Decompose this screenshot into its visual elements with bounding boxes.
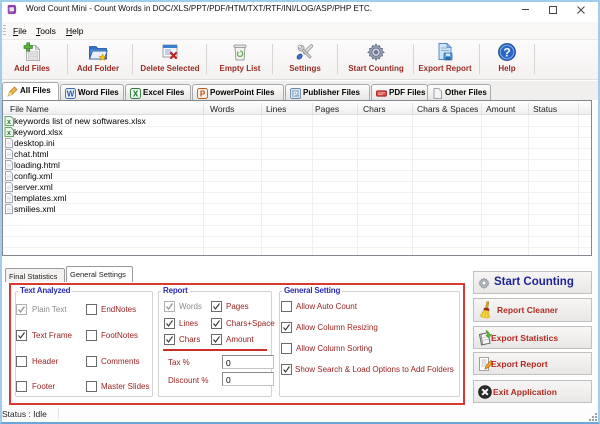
svg-text:X: X xyxy=(133,90,139,99)
svg-text:W: W xyxy=(67,90,75,99)
svg-text:P: P xyxy=(200,90,206,99)
svg-text:x: x xyxy=(7,130,11,137)
svg-text:?: ? xyxy=(503,46,510,60)
svg-text:x: x xyxy=(7,119,11,126)
svg-text:P: P xyxy=(293,91,298,98)
